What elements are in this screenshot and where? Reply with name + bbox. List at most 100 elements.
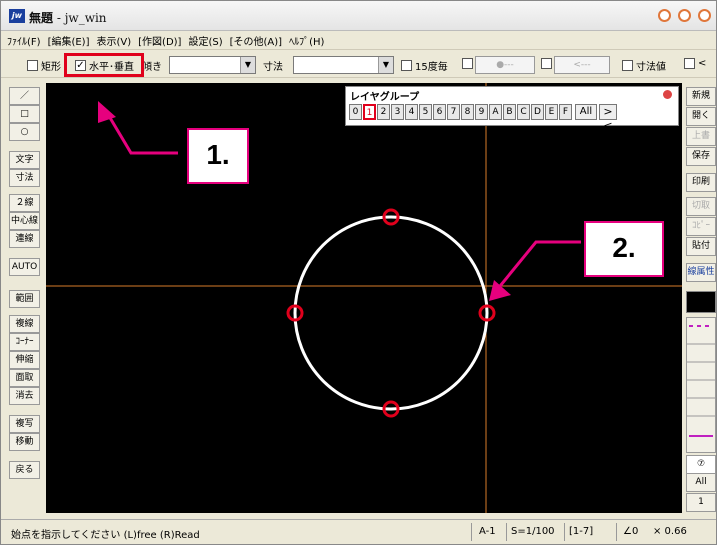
- annotation-label-1: 1.: [187, 128, 249, 184]
- drawing-canvas[interactable]: [46, 83, 682, 513]
- layer-all-right[interactable]: All: [686, 473, 716, 492]
- dotline2-checkbox[interactable]: [541, 58, 552, 69]
- menu-file[interactable]: ﾌｧｲﾙ(F): [7, 33, 41, 48]
- menu-draw[interactable]: [作図(D)]: [138, 33, 181, 48]
- layer-button-active[interactable]: 1: [363, 104, 376, 120]
- tool-range[interactable]: 範囲: [9, 290, 40, 308]
- layer-button[interactable]: 5: [419, 104, 432, 120]
- annotation-label-2: 2.: [584, 221, 664, 277]
- layer-toggle-button[interactable]: ><: [599, 104, 617, 132]
- tool-save[interactable]: 保存: [686, 147, 716, 166]
- tool-offset[interactable]: 複線: [9, 315, 40, 333]
- layer-button[interactable]: A: [489, 104, 502, 120]
- dotline2-button[interactable]: <---: [554, 56, 610, 74]
- layer-all-button[interactable]: All: [575, 104, 597, 120]
- tool-line-attr[interactable]: 線属性: [686, 263, 716, 282]
- dotline1-checkbox[interactable]: [462, 58, 473, 69]
- layer-button-0[interactable]: 0: [349, 104, 362, 120]
- tool-continuous-line[interactable]: 連線: [9, 230, 40, 248]
- status-scale[interactable]: S=1/100: [511, 526, 555, 537]
- tool-corner[interactable]: ｺｰﾅｰ: [9, 333, 40, 351]
- layer-button[interactable]: F: [559, 104, 572, 120]
- layer-number[interactable]: ⑦: [686, 455, 716, 474]
- menu-other[interactable]: [その他(A)]: [230, 33, 282, 48]
- maximize-icon[interactable]: [678, 9, 691, 22]
- layer-button[interactable]: 9: [475, 104, 488, 120]
- dimval-label: 寸法値: [636, 62, 666, 73]
- tool-copy-right[interactable]: ｺﾋﾟｰ: [686, 217, 716, 236]
- tool-centerline[interactable]: 中心線: [9, 212, 40, 230]
- chevron-down-icon: ▼: [240, 57, 255, 73]
- app-logo-icon: jw: [9, 9, 25, 23]
- tool-undo[interactable]: 戻る: [9, 461, 40, 479]
- menu-view[interactable]: 表示(V): [97, 33, 132, 48]
- dimval-option[interactable]: 寸法値: [622, 58, 666, 73]
- tool-overwrite[interactable]: 上書: [686, 127, 716, 146]
- dotline1-option[interactable]: [462, 58, 476, 69]
- tool-move[interactable]: 移動: [9, 433, 40, 451]
- layer-button[interactable]: 6: [433, 104, 446, 120]
- dim-select[interactable]: ▼: [293, 56, 394, 74]
- tool-line[interactable]: ／: [9, 87, 40, 105]
- tool-open[interactable]: 開く: [686, 107, 716, 126]
- menu-help[interactable]: ﾍﾙﾌﾟ(H): [289, 33, 324, 48]
- layer-one-right[interactable]: 1: [686, 493, 716, 512]
- tool-cut[interactable]: 切取: [686, 197, 716, 216]
- layer-button[interactable]: 2: [377, 104, 390, 120]
- tool-text[interactable]: 文字: [9, 151, 40, 169]
- annotation-arrow-1: [104, 110, 178, 155]
- menu-edit[interactable]: [編集(E)]: [48, 33, 90, 48]
- close-icon[interactable]: [663, 90, 672, 99]
- tilt-select[interactable]: ▼: [169, 56, 256, 74]
- title-bar: jw 無題 - jw_win: [1, 1, 716, 31]
- rect-option[interactable]: 矩形: [27, 58, 61, 73]
- title-suffix: - jw_win: [53, 11, 107, 25]
- linetype-palette[interactable]: [686, 291, 716, 313]
- status-bar: 始点を指示してください (L)free (R)Read A-1 S=1/100 …: [1, 519, 716, 544]
- tool-print[interactable]: 印刷: [686, 173, 716, 192]
- tool-copy[interactable]: 複写: [9, 415, 40, 433]
- layer-button[interactable]: B: [503, 104, 516, 120]
- deg15-checkbox[interactable]: [401, 60, 412, 71]
- layer-button[interactable]: C: [517, 104, 530, 120]
- left-toolbar: ／ □ ○ 文字 寸法 ２線 中心線 連線 AUTO 範囲 複線 ｺｰﾅｰ 伸縮…: [9, 83, 41, 513]
- tool-dimension[interactable]: 寸法: [9, 169, 40, 187]
- status-zoom[interactable]: × 0.66: [653, 526, 687, 537]
- layer-button[interactable]: 7: [447, 104, 460, 120]
- menu-settings[interactable]: 設定(S): [188, 33, 222, 48]
- tool-auto[interactable]: AUTO: [9, 258, 40, 276]
- tool-paste[interactable]: 貼付: [686, 237, 716, 256]
- rect-checkbox[interactable]: [27, 60, 38, 71]
- status-layer[interactable]: A-1: [479, 526, 496, 537]
- minimize-icon[interactable]: [658, 9, 671, 22]
- window-title: 無題 - jw_win: [29, 9, 107, 26]
- divider: [506, 523, 507, 541]
- chevron-down-icon: ▼: [378, 57, 393, 73]
- layer-group-panel: レイヤグループ 0 1 2 3 4 5 6 7 8 9 A B C D E F …: [345, 86, 679, 132]
- layer-button[interactable]: 8: [461, 104, 474, 120]
- layer-button[interactable]: E: [545, 104, 558, 120]
- highlight-box-hv: [64, 53, 144, 77]
- dimval-checkbox[interactable]: [622, 60, 633, 71]
- deg15-label: 15度毎: [415, 62, 448, 73]
- linetype-list[interactable]: [686, 317, 716, 453]
- tool-stretch[interactable]: 伸縮: [9, 351, 40, 369]
- tool-rect[interactable]: □: [9, 105, 40, 123]
- tool-double-line[interactable]: ２線: [9, 194, 40, 212]
- layer-button[interactable]: 4: [405, 104, 418, 120]
- tool-new[interactable]: 新規: [686, 87, 716, 106]
- status-angle[interactable]: ∠0: [623, 526, 638, 537]
- menu-bar: ﾌｧｲﾙ(F) [編集(E)] 表示(V) [作図(D)] 設定(S) [その他…: [1, 32, 716, 50]
- tool-erase[interactable]: 消去: [9, 387, 40, 405]
- dotline2-option[interactable]: [541, 58, 555, 69]
- deg15-option[interactable]: 15度毎: [401, 58, 448, 73]
- tool-chamfer[interactable]: 面取: [9, 369, 40, 387]
- dotline1-button[interactable]: ●---: [475, 56, 535, 74]
- layer-button[interactable]: D: [531, 104, 544, 120]
- lt-checkbox[interactable]: [684, 58, 695, 69]
- lt-option[interactable]: <: [684, 58, 706, 69]
- close-icon[interactable]: [698, 9, 711, 22]
- status-range[interactable]: [1-7]: [569, 526, 593, 537]
- layer-button[interactable]: 3: [391, 104, 404, 120]
- tool-circle[interactable]: ○: [9, 123, 40, 141]
